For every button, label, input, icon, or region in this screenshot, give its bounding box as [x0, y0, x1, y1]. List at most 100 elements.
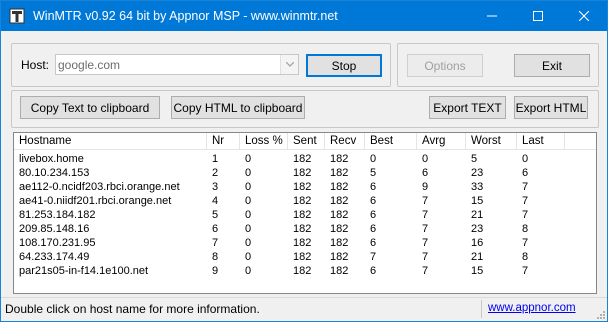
cell-nr: 2	[212, 167, 219, 179]
cell-avrg: 7	[422, 223, 429, 235]
options-button[interactable]: Options	[407, 54, 483, 77]
cell-best: 5	[370, 167, 377, 179]
cell-hostname: 64.233.174.49	[19, 251, 90, 263]
column-header-nr[interactable]: Nr	[207, 133, 240, 150]
cell-loss: 0	[245, 167, 252, 179]
cell-worst: 5	[471, 153, 478, 165]
cell-recv: 182	[330, 251, 349, 263]
table-row[interactable]: ae112-0.ncidf203.rbci.orange.net 3 0 182 182…	[14, 180, 574, 194]
table-row[interactable]: 64.233.174.49 8 0 182 182 7 7 21 8	[14, 250, 574, 264]
column-header-avrg[interactable]: Avrg	[417, 133, 466, 150]
cell-recv: 182	[330, 181, 349, 193]
title-bar[interactable]: WinMTR v0.92 64 bit by Appnor MSP - www.…	[1, 1, 607, 31]
cell-sent: 182	[293, 223, 312, 235]
resize-grip-icon[interactable]	[595, 309, 605, 319]
cell-best: 7	[370, 251, 377, 263]
cell-best: 6	[370, 237, 377, 249]
table-row[interactable]: 80.10.234.153 2 0 182 182 5 6 23 6	[14, 166, 574, 180]
status-bar: Double click on host name for more infor…	[1, 297, 607, 321]
maximize-button[interactable]	[515, 1, 561, 31]
cell-nr: 6	[212, 223, 219, 235]
close-button[interactable]	[561, 1, 607, 31]
cell-hostname: par21s05-in-f14.1e100.net	[19, 265, 149, 277]
column-header-worst[interactable]: Worst	[466, 133, 517, 150]
cell-worst: 15	[471, 195, 484, 207]
cell-avrg: 7	[422, 209, 429, 221]
cell-sent: 182	[293, 265, 312, 277]
cell-best: 6	[370, 265, 377, 277]
cell-worst: 21	[471, 251, 484, 263]
table-row[interactable]: 209.85.148.16 6 0 182 182 6 7 23 8	[14, 222, 574, 236]
cell-worst: 16	[471, 237, 484, 249]
cell-nr: 9	[212, 265, 219, 277]
cell-avrg: 0	[422, 153, 429, 165]
cell-sent: 182	[293, 167, 312, 179]
copy-html-button[interactable]: Copy HTML to clipboard	[171, 96, 305, 119]
stop-button[interactable]: Stop	[306, 54, 382, 77]
cell-recv: 182	[330, 195, 349, 207]
cell-worst: 23	[471, 167, 484, 179]
cell-hostname: 81.253.184.182	[19, 209, 96, 221]
winmtr-window: WinMTR v0.92 64 bit by Appnor MSP - www.…	[0, 0, 608, 322]
cell-nr: 5	[212, 209, 219, 221]
cell-loss: 0	[245, 237, 252, 249]
table-row[interactable]: par21s05-in-f14.1e100.net 9 0 182 182 6 7 15 7	[14, 264, 574, 278]
cell-nr: 7	[212, 237, 219, 249]
cell-loss: 0	[245, 223, 252, 235]
cell-recv: 182	[330, 209, 349, 221]
cell-nr: 4	[212, 195, 219, 207]
cell-sent: 182	[293, 153, 312, 165]
cell-hostname: 108.170.231.95	[19, 237, 96, 249]
table-row[interactable]: ae41-0.niidf201.rbci.orange.net 4 0 182 182 6…	[14, 194, 574, 208]
cell-recv: 182	[330, 153, 349, 165]
column-header-hostname[interactable]: Hostname	[14, 133, 207, 150]
host-input[interactable]	[58, 56, 280, 73]
cell-avrg: 9	[422, 181, 429, 193]
cell-sent: 182	[293, 209, 312, 221]
column-header-sent[interactable]: Sent	[288, 133, 325, 150]
cell-nr: 1	[212, 153, 219, 165]
chevron-down-icon	[285, 62, 294, 67]
cell-last: 0	[522, 153, 529, 165]
table-row[interactable]: 81.253.184.182 5 0 182 182 6 7 21 7	[14, 208, 574, 222]
cell-worst: 23	[471, 223, 484, 235]
cell-sent: 182	[293, 237, 312, 249]
cell-sent: 182	[293, 195, 312, 207]
list-header: Hostname Nr Loss % Sent Recv Best Avrg Worst Las…	[14, 133, 596, 150]
column-header-best[interactable]: Best	[365, 133, 417, 150]
cell-loss: 0	[245, 251, 252, 263]
status-message: Double click on host name for more infor…	[5, 302, 260, 316]
host-label: Host:	[21, 58, 50, 72]
cell-loss: 0	[245, 153, 252, 165]
cell-loss: 0	[245, 181, 252, 193]
cell-nr: 3	[212, 181, 219, 193]
table-row[interactable]: 108.170.231.95 7 0 182 182 6 7 16 7	[14, 236, 574, 250]
column-header-last[interactable]: Last	[517, 133, 565, 150]
cell-hostname: ae41-0.niidf201.rbci.orange.net	[19, 195, 172, 207]
cell-best: 6	[370, 195, 377, 207]
maximize-icon	[533, 11, 543, 21]
table-row[interactable]: livebox.home 1 0 182 182 0 0 5 0	[14, 152, 574, 166]
results-list[interactable]: Hostname Nr Loss % Sent Recv Best Avrg Worst Las…	[13, 132, 597, 294]
column-header-loss[interactable]: Loss %	[240, 133, 288, 150]
minimize-button[interactable]	[469, 1, 515, 31]
cell-hostname: livebox.home	[19, 153, 84, 165]
appnor-link[interactable]: www.appnor.com	[488, 302, 576, 314]
cell-last: 6	[522, 167, 529, 179]
combo-dropdown-arrow[interactable]	[280, 55, 298, 74]
cell-last: 7	[522, 209, 529, 221]
copy-text-button[interactable]: Copy Text to clipboard	[20, 96, 160, 119]
cell-recv: 182	[330, 167, 349, 179]
export-text-button[interactable]: Export TEXT	[429, 96, 506, 119]
host-combobox[interactable]	[55, 54, 299, 75]
column-header-recv[interactable]: Recv	[325, 133, 365, 150]
cell-avrg: 7	[422, 237, 429, 249]
close-icon	[579, 11, 589, 21]
cell-worst: 33	[471, 181, 484, 193]
exit-button[interactable]: Exit	[514, 54, 590, 77]
cell-worst: 21	[471, 209, 484, 221]
cell-last: 7	[522, 181, 529, 193]
export-html-button[interactable]: Export HTML	[514, 96, 588, 119]
cell-recv: 182	[330, 223, 349, 235]
cell-avrg: 7	[422, 251, 429, 263]
